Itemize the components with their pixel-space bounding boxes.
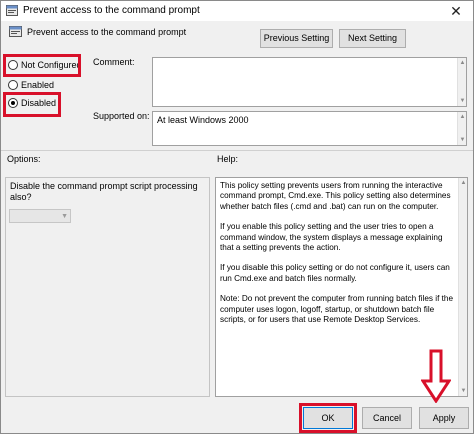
radio-label: Disabled bbox=[21, 98, 57, 108]
window-title: Prevent access to the command prompt bbox=[23, 5, 200, 16]
scroll-up-icon[interactable]: ▲ bbox=[459, 178, 468, 188]
not-configured-radio[interactable]: Not Configured bbox=[8, 59, 82, 72]
supported-scrollbar[interactable]: ▲ ▼ bbox=[457, 112, 466, 145]
scroll-down-icon[interactable]: ▼ bbox=[459, 386, 468, 396]
comment-label: Comment: bbox=[93, 57, 135, 67]
previous-setting-button[interactable]: Previous Setting bbox=[260, 29, 333, 48]
options-panel: Disable the command prompt script proces… bbox=[5, 177, 210, 397]
help-text: This policy setting prevents users from … bbox=[220, 181, 458, 335]
comment-scrollbar[interactable]: ▲ ▼ bbox=[457, 58, 466, 106]
help-paragraph: If you disable this policy setting or do… bbox=[220, 263, 450, 283]
supported-on-label: Supported on: bbox=[93, 111, 150, 121]
ok-button[interactable]: OK bbox=[303, 407, 353, 429]
scroll-down-icon[interactable]: ▼ bbox=[458, 96, 467, 106]
apply-button[interactable]: Apply bbox=[419, 407, 469, 429]
disabled-radio[interactable]: Disabled bbox=[8, 97, 56, 110]
scroll-up-icon[interactable]: ▲ bbox=[458, 58, 467, 68]
radio-circle[interactable] bbox=[8, 79, 18, 90]
script-processing-select[interactable]: ▼ bbox=[9, 209, 71, 223]
help-scrollbar[interactable]: ▲ ▼ bbox=[458, 178, 467, 396]
options-label: Options: bbox=[7, 154, 41, 164]
radio-circle-checked[interactable] bbox=[8, 97, 18, 108]
policy-app-icon bbox=[6, 5, 18, 16]
help-paragraph: If you enable this policy setting and th… bbox=[220, 222, 443, 253]
radio-label: Enabled bbox=[21, 80, 55, 90]
title-bar[interactable]: Prevent access to the command prompt ✕ bbox=[1, 1, 473, 21]
scroll-down-icon[interactable]: ▼ bbox=[458, 135, 467, 145]
enabled-radio[interactable]: Enabled bbox=[8, 79, 54, 92]
help-label: Help: bbox=[217, 154, 239, 164]
policy-title: Prevent access to the command prompt bbox=[27, 27, 187, 37]
next-setting-button[interactable]: Next Setting bbox=[339, 29, 406, 48]
chevron-down-icon: ▼ bbox=[61, 213, 68, 220]
section-divider bbox=[1, 150, 473, 151]
down-arrow-icon bbox=[421, 349, 451, 403]
comment-textarea[interactable]: ▲ ▼ bbox=[152, 57, 467, 107]
options-question: Disable the command prompt script proces… bbox=[10, 181, 198, 202]
scroll-up-icon[interactable]: ▲ bbox=[458, 112, 467, 122]
help-paragraph: Note: Do not prevent the computer from r… bbox=[220, 294, 454, 325]
radio-label: Not Configured bbox=[21, 60, 82, 70]
policy-setting-icon bbox=[9, 26, 22, 37]
supported-on-value: At least Windows 2000 bbox=[157, 115, 249, 125]
close-button[interactable]: ✕ bbox=[441, 1, 471, 21]
help-paragraph: This policy setting prevents users from … bbox=[220, 181, 451, 211]
supported-on-field: At least Windows 2000 ▲ ▼ bbox=[152, 111, 467, 146]
policy-dialog: Prevent access to the command prompt ✕ P… bbox=[0, 0, 474, 434]
radio-circle[interactable] bbox=[8, 59, 18, 70]
cancel-button[interactable]: Cancel bbox=[362, 407, 412, 429]
close-icon: ✕ bbox=[450, 3, 462, 19]
